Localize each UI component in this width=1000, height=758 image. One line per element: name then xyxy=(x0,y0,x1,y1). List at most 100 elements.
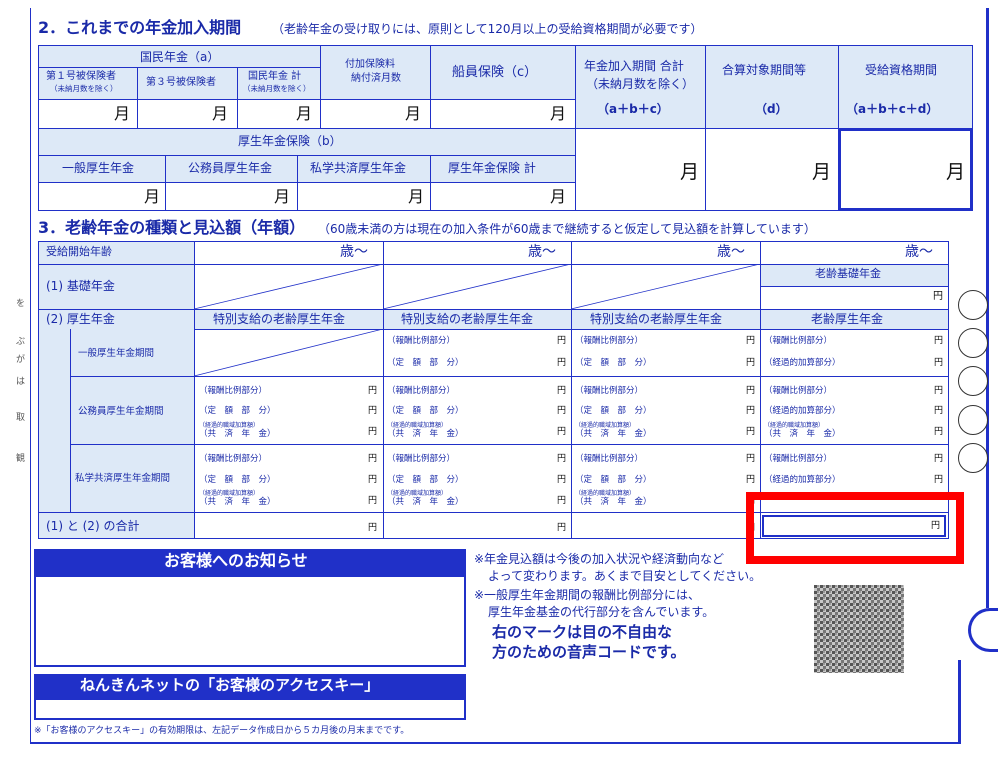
total-label: (1) と (2) の合計 xyxy=(46,519,140,533)
kosei-total-label: 厚生年金保険 計 xyxy=(448,161,536,175)
yen: 円 xyxy=(746,427,756,437)
access-key-footnote: ※「お客様のアクセスキー」の有効期限は、左記データ作成日から５カ月後の月末までで… xyxy=(34,726,410,736)
month-dai1: 月 xyxy=(114,104,131,123)
kokumin-header: 国民年金（a） xyxy=(140,50,220,64)
yen: 円 xyxy=(746,475,756,485)
month-kokumin-total: 月 xyxy=(296,104,313,123)
ippan-c3-hoshu: （報酬比例部分） xyxy=(575,336,644,346)
punch-hole-5 xyxy=(958,443,988,473)
s3-ippan-strike xyxy=(194,329,383,376)
komuin-c1-kyosai: （共 済 年 金） xyxy=(199,429,276,439)
kokumin-total-label: 国民年金 計 xyxy=(248,71,302,82)
nenkin-total-2: （未納月数を除く） xyxy=(586,77,695,91)
tokubetsu-col1: 特別支給の老齢厚生年金 xyxy=(213,312,346,326)
komuin-c2-hoshu: （報酬比例部分） xyxy=(387,386,456,396)
yen: 円 xyxy=(934,427,944,437)
yen: 円 xyxy=(557,386,567,396)
komuin-c1-teigaku: （定 額 部 分） xyxy=(199,406,276,416)
yen: 円 xyxy=(368,386,378,396)
yen: 円 xyxy=(934,358,944,368)
age-col3: 歳〜 xyxy=(717,244,745,260)
yen: 円 xyxy=(557,406,567,416)
rourei-kiso-label: 老齢基礎年金 xyxy=(815,267,881,280)
ippan-c4-hoshu: （報酬比例部分） xyxy=(764,336,833,346)
s3-kiso-strikes xyxy=(194,264,760,309)
fuka-label2: 納付済月数 xyxy=(351,73,401,84)
jukyu-header: 受給資格期間 xyxy=(865,63,938,77)
yen: 円 xyxy=(368,496,378,506)
kosei-header: 厚生年金保険（b） xyxy=(238,134,342,148)
age-col2: 歳〜 xyxy=(528,244,556,260)
section2-note: （老齢年金の受け取りには、原則として120月以上の受給資格期間が必要です） xyxy=(272,22,703,36)
yen: 円 xyxy=(746,336,756,346)
shigaku-c3-teigaku: （定 額 部 分） xyxy=(575,475,652,485)
yen: 円 xyxy=(368,475,378,485)
notice-line4: 厚生年金基金の代行部分を含んでいます。 xyxy=(488,605,715,619)
shigaku-c2-kyosai: （共 済 年 金） xyxy=(387,497,464,507)
shigaku-period-label: 私学共済厚生年金期間 xyxy=(75,473,171,484)
yen: 円 xyxy=(934,406,944,416)
senin-header: 船員保険（c） xyxy=(452,65,538,80)
shigaku-c1-teigaku: （定 額 部 分） xyxy=(199,475,276,485)
age-col4: 歳〜 xyxy=(905,244,933,260)
shigaku-c4-hoshu: （報酬比例部分） xyxy=(764,454,833,464)
notice-body xyxy=(34,575,466,667)
shigaku-c1-hoshu: （報酬比例部分） xyxy=(199,454,268,464)
side-char-3: が xyxy=(16,355,26,365)
tokubetsu-col3: 特別支給の老齢厚生年金 xyxy=(590,312,723,326)
yen: 円 xyxy=(557,475,567,485)
yen: 円 xyxy=(934,336,944,346)
kiso-label: (1) 基礎年金 xyxy=(46,279,115,293)
yen: 円 xyxy=(746,386,756,396)
section3-title: 3．老齢年金の種類と見込額（年額） xyxy=(38,218,306,237)
notice-title: お客様へのお知らせ xyxy=(164,551,308,570)
yen: 円 xyxy=(746,406,756,416)
komuin-c2-kyosai: （共 済 年 金） xyxy=(387,429,464,439)
tokubetsu-col2: 特別支給の老齢厚生年金 xyxy=(401,312,534,326)
access-key-title: ねんきんネットの「お客様のアクセスキー」 xyxy=(80,676,380,694)
yen: 円 xyxy=(934,454,944,464)
frame-left xyxy=(30,8,31,743)
yen: 円 xyxy=(934,386,944,396)
yen: 円 xyxy=(934,475,944,485)
rourei-kosei-header: 老齢厚生年金 xyxy=(811,312,884,326)
kosei-label: (2) 厚生年金 xyxy=(46,312,115,326)
punch-hole-4 xyxy=(958,405,988,435)
komuin-c4-kyosai: （共 済 年 金） xyxy=(764,429,841,439)
gassan-header: 合算対象期間等 xyxy=(722,63,807,77)
month-dai3: 月 xyxy=(212,104,229,123)
yen: 円 xyxy=(557,454,567,464)
yen-total-c1: 円 xyxy=(368,523,378,533)
yen: 円 xyxy=(368,406,378,416)
komuin-period-label: 公務員厚生年金期間 xyxy=(78,406,164,417)
month-shigaku: 月 xyxy=(408,187,425,206)
komuin-label: 公務員厚生年金 xyxy=(188,161,273,175)
shigaku-c3-kyosai: （共 済 年 金） xyxy=(575,497,652,507)
binding-notch xyxy=(968,608,998,652)
access-key-field[interactable] xyxy=(34,698,466,720)
dai3-label: 第３号被保険者 xyxy=(146,77,216,88)
yen: 円 xyxy=(557,358,567,368)
komuin-c3-kyosai: （共 済 年 金） xyxy=(575,429,652,439)
ippan-c3-teigaku: （定 額 部 分） xyxy=(575,358,652,368)
yen: 円 xyxy=(557,496,567,506)
yen: 円 xyxy=(746,358,756,368)
shigaku-c4-keika: （経過的加算部分） xyxy=(764,475,841,485)
nenkin-total-3: （a＋b＋c） xyxy=(597,102,669,116)
section2-title: 2．これまでの年金加入期間 xyxy=(38,18,242,37)
shigaku-c1-kyosai: （共 済 年 金） xyxy=(199,497,276,507)
ippan-c2-hoshu: （報酬比例部分） xyxy=(387,336,456,346)
dai1-label: 第１号被保険者 xyxy=(46,71,116,82)
fuka-label1: 付加保険料 xyxy=(345,59,395,70)
voice-code-line1: 右のマークは目の不自由な xyxy=(492,623,673,641)
komuin-c3-teigaku: （定 額 部 分） xyxy=(575,406,652,416)
highlight-box xyxy=(746,492,964,564)
dai1-sub: （未納月数を除く） xyxy=(50,84,118,93)
yen: 円 xyxy=(557,336,567,346)
ippan-label: 一般厚生年金 xyxy=(62,161,135,175)
punch-hole-3 xyxy=(958,366,988,396)
komuin-c3-hoshu: （報酬比例部分） xyxy=(575,386,644,396)
ippan-c4-keika: （経過的加算部分） xyxy=(764,358,841,368)
side-char-6: 観 xyxy=(16,454,26,464)
komuin-c1-hoshu: （報酬比例部分） xyxy=(199,386,268,396)
